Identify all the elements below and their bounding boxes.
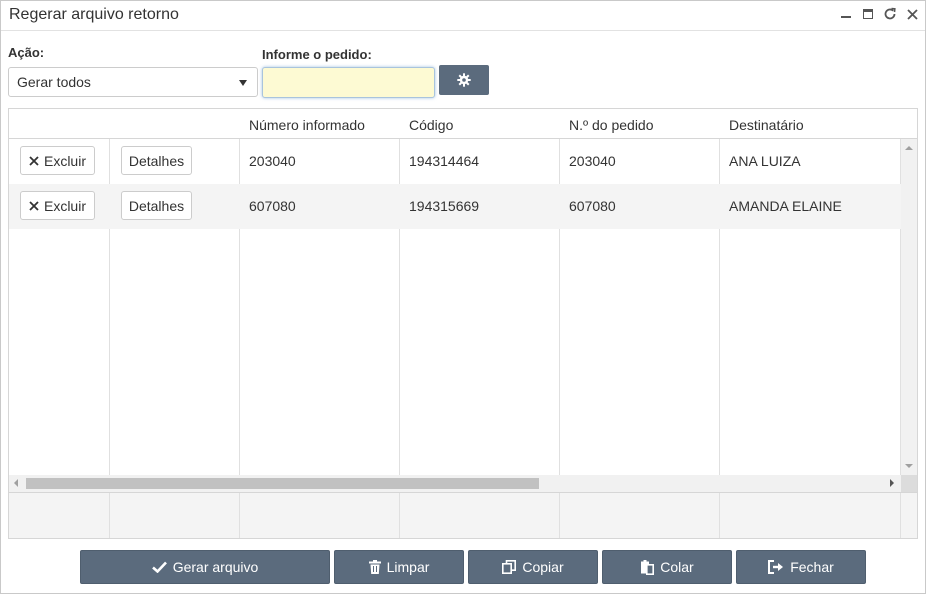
scroll-right-icon[interactable] [889, 479, 895, 487]
cell-numero: 607080 [249, 198, 296, 214]
x-icon [29, 200, 39, 211]
cell-pedido: 607080 [569, 198, 616, 214]
pedido-input[interactable] [262, 67, 435, 98]
grid-footer [9, 492, 917, 538]
x-icon [29, 155, 39, 166]
acao-selected-value: Gerar todos [17, 74, 91, 90]
gerar-arquivo-button[interactable]: Gerar arquivo [80, 550, 330, 584]
pedido-label: Informe o pedido: [262, 47, 372, 62]
refresh-icon[interactable] [883, 5, 897, 23]
paste-icon [641, 559, 655, 575]
scroll-left-icon[interactable] [13, 479, 19, 487]
gear-button[interactable] [439, 65, 489, 95]
excluir-button[interactable]: Excluir [20, 191, 95, 220]
maximize-icon[interactable] [861, 5, 875, 23]
gear-icon [457, 73, 471, 87]
window-controls [839, 5, 919, 23]
acao-select[interactable]: Gerar todos [8, 67, 258, 97]
grid-col-divider [240, 493, 400, 538]
acao-label: Ação: [8, 45, 45, 60]
exit-icon [768, 560, 784, 574]
cell-codigo: 194314464 [409, 153, 480, 169]
minimize-icon[interactable] [839, 5, 853, 23]
cell-destinatario: ANA LUIZA [729, 153, 801, 169]
header-numero-pedido[interactable]: N.º do pedido [569, 117, 654, 133]
cell-codigo: 194315669 [409, 198, 480, 214]
horizontal-scroll-thumb[interactable] [26, 478, 539, 489]
scroll-corner [901, 475, 917, 492]
grid-col-divider [400, 493, 560, 538]
grid-col-divider [560, 493, 720, 538]
vertical-scrollbar[interactable] [901, 139, 917, 475]
header-destinatario[interactable]: Destinatário [729, 117, 804, 133]
caret-down-icon [239, 80, 247, 86]
title-bar: Regerar arquivo retorno [1, 1, 925, 31]
grid-col-divider [9, 493, 110, 538]
cell-pedido: 203040 [569, 153, 616, 169]
detalhes-button[interactable]: Detalhes [121, 146, 192, 175]
copiar-button[interactable]: Copiar [468, 550, 598, 584]
horizontal-scrollbar[interactable] [9, 475, 901, 492]
colar-button[interactable]: Colar [602, 550, 732, 584]
cell-destinatario: AMANDA ELAINE [729, 198, 842, 214]
scroll-up-icon[interactable] [905, 145, 913, 151]
close-icon[interactable] [905, 5, 919, 23]
dialog-window: Regerar arquivo retorno Ação: Gerar todo… [0, 0, 926, 594]
trash-icon [368, 560, 381, 574]
header-codigo[interactable]: Código [409, 117, 453, 133]
limpar-button[interactable]: Limpar [334, 550, 464, 584]
check-icon [151, 561, 167, 573]
table-row: Excluir Detalhes 203040 194314464 203040… [9, 139, 901, 184]
window-title: Regerar arquivo retorno [9, 6, 179, 23]
grid-col-divider [720, 493, 901, 538]
grid-col-divider [110, 493, 240, 538]
header-numero-informado[interactable]: Número informado [249, 117, 365, 133]
fechar-button[interactable]: Fechar [736, 550, 866, 584]
table-row: Excluir Detalhes 607080 194315669 607080… [9, 184, 901, 229]
cell-numero: 203040 [249, 153, 296, 169]
grid-header: Número informado Código N.º do pedido De… [9, 109, 917, 139]
detalhes-button[interactable]: Detalhes [121, 191, 192, 220]
results-grid: Número informado Código N.º do pedido De… [8, 108, 918, 539]
scroll-down-icon[interactable] [905, 463, 913, 469]
copy-icon [502, 560, 517, 574]
excluir-button[interactable]: Excluir [20, 146, 95, 175]
